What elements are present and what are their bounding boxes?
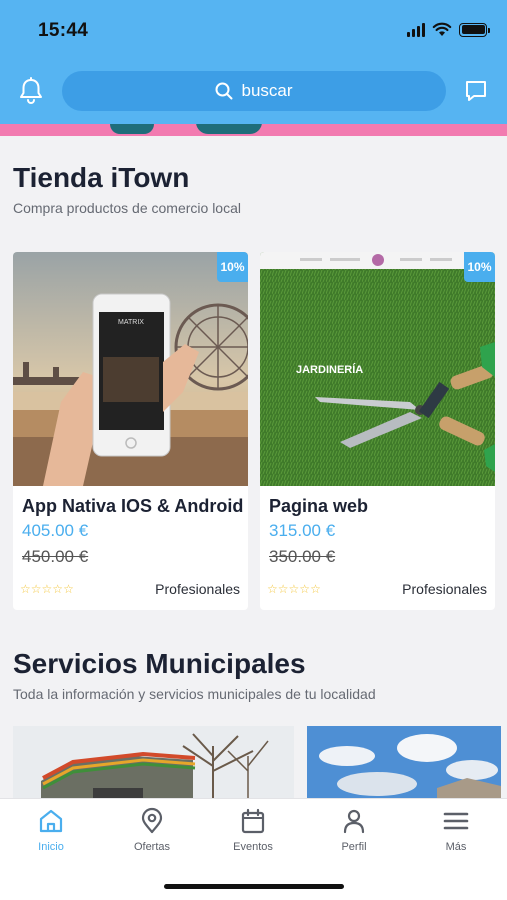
services-subtitle: Toda la información y servicios municipa… bbox=[13, 686, 376, 702]
battery-icon bbox=[459, 22, 490, 37]
product-image: MATRIX 10% bbox=[13, 252, 248, 486]
service-card[interactable] bbox=[307, 726, 501, 800]
shop-subtitle: Compra productos de comercio local bbox=[13, 200, 241, 216]
product-card[interactable]: JARDINERÍA 10% Pagina web 315.00 € 350.0… bbox=[260, 252, 495, 610]
star-icon: ☆ bbox=[41, 582, 53, 596]
rating-stars: ☆ ☆ ☆ ☆ ☆ bbox=[20, 582, 74, 596]
promo-banner[interactable] bbox=[0, 124, 507, 136]
svg-text:MATRIX: MATRIX bbox=[118, 319, 144, 326]
cellular-signal-icon bbox=[407, 22, 425, 37]
home-indicator[interactable] bbox=[164, 884, 344, 889]
product-category: Profesionales bbox=[402, 581, 487, 597]
map-pin-icon bbox=[141, 807, 163, 834]
wifi-icon bbox=[432, 22, 452, 36]
calendar-icon bbox=[241, 808, 265, 834]
menu-icon bbox=[443, 812, 469, 830]
service-card[interactable] bbox=[13, 726, 294, 800]
user-icon bbox=[343, 809, 365, 834]
product-category: Profesionales bbox=[155, 581, 240, 597]
rating-stars: ☆ ☆ ☆ ☆ ☆ bbox=[267, 582, 321, 596]
tab-label: Eventos bbox=[233, 841, 273, 853]
search-icon bbox=[215, 82, 233, 100]
home-icon bbox=[39, 809, 63, 833]
app-header: 15:44 buscar bbox=[0, 0, 507, 124]
search-placeholder: buscar bbox=[241, 81, 293, 100]
services-title: Servicios Municipales bbox=[13, 648, 306, 679]
tab-label: Perfil bbox=[341, 841, 367, 853]
product-price: 315.00 € bbox=[269, 521, 336, 540]
tab-mas[interactable]: Más bbox=[416, 807, 496, 853]
bell-icon[interactable] bbox=[18, 77, 44, 105]
top-nav: buscar bbox=[0, 70, 507, 112]
star-icon: ☆ bbox=[20, 582, 31, 596]
tab-ofertas[interactable]: Ofertas bbox=[112, 807, 192, 853]
tab-label: Ofertas bbox=[133, 841, 171, 853]
status-bar: 15:44 bbox=[0, 0, 507, 62]
star-icon: ☆ bbox=[52, 582, 64, 596]
product-image: JARDINERÍA 10% bbox=[260, 252, 495, 486]
product-card[interactable]: MATRIX 10% App Nativa IOS & Android 405.… bbox=[13, 252, 248, 610]
star-icon: ☆ bbox=[299, 582, 311, 596]
star-icon: ☆ bbox=[63, 582, 74, 596]
tab-inicio[interactable]: Inicio bbox=[11, 807, 91, 853]
star-icon: ☆ bbox=[310, 582, 321, 596]
status-icons bbox=[407, 22, 490, 37]
status-time: 15:44 bbox=[38, 20, 89, 41]
tab-label: Inicio bbox=[38, 841, 64, 853]
tab-label: Más bbox=[445, 841, 467, 853]
tab-perfil[interactable]: Perfil bbox=[314, 807, 394, 853]
discount-badge: 10% bbox=[464, 252, 495, 282]
star-icon: ☆ bbox=[30, 582, 42, 596]
product-old-price: 350.00 € bbox=[269, 547, 336, 566]
star-icon: ☆ bbox=[267, 582, 278, 596]
product-title: App Nativa IOS & Android bbox=[22, 496, 244, 516]
star-icon: ☆ bbox=[288, 582, 300, 596]
product-title: Pagina web bbox=[269, 496, 369, 516]
shop-title: Tienda iTown bbox=[13, 162, 190, 193]
search-input[interactable]: buscar bbox=[62, 71, 446, 111]
tab-eventos[interactable]: Eventos bbox=[213, 807, 293, 853]
app-screen: 15:44 buscar Tienda iTown Compra product… bbox=[0, 0, 507, 900]
product-old-price: 450.00 € bbox=[22, 547, 89, 566]
chat-icon[interactable] bbox=[463, 78, 489, 104]
discount-badge: 10% bbox=[217, 252, 248, 282]
image-caption: JARDINERÍA bbox=[296, 363, 363, 376]
product-price: 405.00 € bbox=[22, 521, 89, 540]
star-icon: ☆ bbox=[277, 582, 289, 596]
